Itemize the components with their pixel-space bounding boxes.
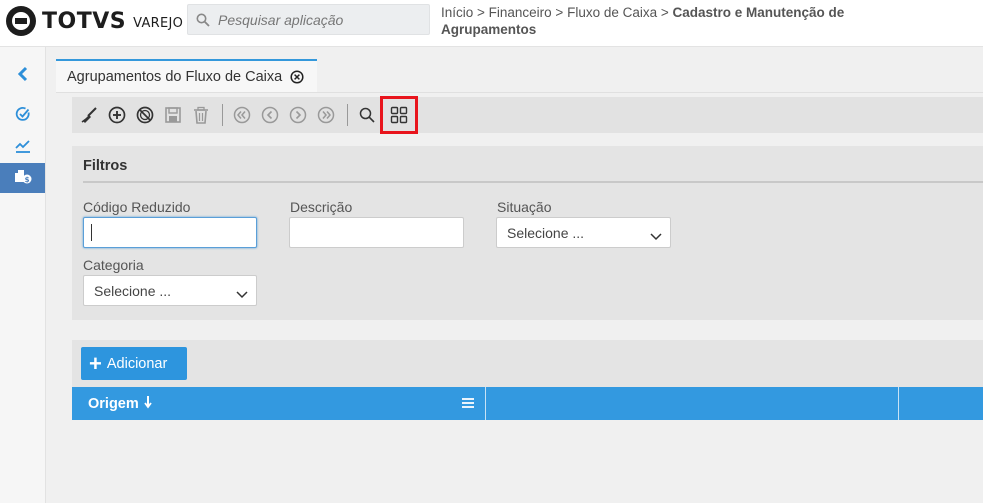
brand-name: TOTVS — [42, 8, 127, 34]
column-menu-icon[interactable] — [462, 396, 474, 412]
last-icon — [315, 104, 337, 126]
breadcrumb-path[interactable]: Início > Financeiro > Fluxo de Caixa > — [441, 5, 673, 20]
descricao-field[interactable] — [289, 217, 464, 248]
sidebar-item-reports[interactable] — [0, 133, 45, 163]
next-icon — [287, 104, 309, 126]
situacao-select[interactable]: Selecione ... — [496, 217, 671, 248]
search-input[interactable] — [218, 11, 418, 28]
column-origem[interactable]: Origem — [88, 387, 468, 420]
sidebar-item-cashflow[interactable]: $ — [0, 163, 45, 193]
collapse-menu-button[interactable] — [0, 60, 45, 90]
search-icon — [188, 5, 218, 35]
codigo-label: Código Reduzido — [83, 199, 191, 215]
filters-divider — [83, 181, 983, 183]
check-circle-icon — [15, 106, 31, 125]
cashflow-icon: $ — [14, 169, 32, 188]
column-3[interactable] — [899, 387, 983, 420]
column-2[interactable] — [486, 387, 898, 420]
clear-icon[interactable] — [78, 104, 100, 126]
tab-agrupamentos[interactable]: Agrupamentos do Fluxo de Caixa — [56, 59, 317, 92]
previous-icon — [259, 104, 281, 126]
grid-view-icon[interactable] — [380, 96, 418, 134]
grid-header: Origem — [72, 387, 983, 420]
filters-panel: Filtros Código Reduzido Descrição Situaç… — [72, 146, 983, 320]
plus-icon: + — [89, 350, 102, 376]
search-icon[interactable] — [356, 104, 378, 126]
top-bar: TOTVS VAREJO Início > Financeiro > Fluxo… — [0, 0, 983, 47]
column-origem-label: Origem — [88, 395, 139, 412]
delete-icon — [190, 104, 212, 126]
first-icon — [231, 104, 253, 126]
breadcrumb: Início > Financeiro > Fluxo de Caixa > C… — [441, 4, 861, 38]
chevron-down-icon — [236, 286, 248, 302]
svg-text:$: $ — [24, 176, 29, 184]
totvs-logo[interactable]: TOTVS VAREJO — [6, 6, 183, 36]
categoria-select[interactable]: Selecione ... — [83, 275, 257, 306]
text-caret — [91, 224, 92, 241]
chevron-down-icon — [650, 228, 662, 244]
toolbar-divider — [222, 104, 223, 126]
cancel-icon[interactable] — [134, 104, 156, 126]
main-content: Agrupamentos do Fluxo de Caixa Filtros C… — [56, 47, 983, 503]
chevron-left-icon — [17, 66, 29, 85]
situacao-label: Situação — [497, 199, 552, 215]
totvs-logo-icon — [6, 6, 36, 36]
tab-divider — [56, 92, 983, 93]
add-circle-icon[interactable] — [106, 104, 128, 126]
sidebar-item-tasks[interactable] — [0, 100, 45, 130]
actions-bar: + Adicionar — [72, 340, 983, 387]
codigo-reduzido-field[interactable] — [83, 217, 257, 248]
app-search[interactable] — [187, 4, 430, 35]
toolbar — [72, 96, 983, 134]
situacao-value: Selecione ... — [507, 224, 585, 241]
tab-label: Agrupamentos do Fluxo de Caixa — [67, 68, 283, 85]
sort-down-icon — [144, 395, 152, 413]
toolbar-divider — [347, 104, 348, 126]
chart-line-icon — [14, 139, 31, 157]
left-rail: $ — [0, 47, 46, 503]
descricao-label: Descrição — [290, 199, 353, 215]
grid-body — [72, 420, 983, 503]
add-button[interactable]: + Adicionar — [81, 347, 187, 380]
add-button-label: Adicionar — [106, 355, 168, 372]
product-name: VAREJO — [133, 15, 184, 31]
close-icon[interactable] — [290, 69, 304, 84]
filters-title: Filtros — [83, 158, 128, 174]
save-icon — [162, 104, 184, 126]
categoria-value: Selecione ... — [94, 282, 172, 299]
categoria-label: Categoria — [83, 257, 144, 273]
